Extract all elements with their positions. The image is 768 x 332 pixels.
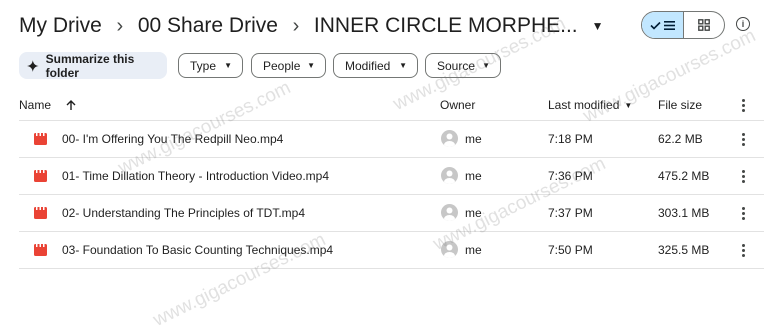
sort-down-icon: ▼ (624, 100, 633, 110)
filter-people[interactable]: People ▼ (251, 53, 326, 78)
filter-modified[interactable]: Modified ▼ (333, 53, 418, 78)
filter-modified-label: Modified (345, 58, 391, 73)
filter-type[interactable]: Type ▼ (178, 53, 243, 78)
file-size: 475.2 MB (658, 169, 710, 183)
modified-time: 7:18 PM (548, 132, 593, 146)
file-size: 303.1 MB (658, 206, 710, 220)
column-file-size-label: File size (658, 98, 703, 112)
more-actions-icon[interactable] (735, 242, 751, 258)
filter-people-label: People (263, 58, 301, 73)
owner-name: me (465, 243, 482, 257)
summarize-folder-button[interactable]: Summarize this folder (19, 51, 167, 80)
video-file-icon (34, 133, 47, 145)
breadcrumb: My Drive › 00 Share Drive › INNER CIRCLE… (19, 8, 604, 44)
owner-name: me (465, 169, 482, 183)
table-row[interactable]: 02- Understanding The Principles of TDT.… (19, 195, 764, 231)
table-row[interactable]: 01- Time Dillation Theory - Introduction… (19, 158, 764, 194)
owner-avatar (441, 167, 458, 184)
video-file-icon (34, 170, 47, 182)
owner-name: me (465, 206, 482, 220)
chevron-right-icon: › (292, 14, 300, 37)
column-last-modified[interactable]: Last modified ▼ (548, 90, 632, 120)
summarize-label: Summarize this folder (45, 51, 135, 80)
filter-source-label: Source (437, 58, 476, 73)
caret-down-icon: ▼ (307, 61, 315, 70)
check-icon (650, 21, 661, 30)
table-row[interactable]: 00- I'm Offering You The Redpill Neo.mp4… (19, 121, 764, 157)
table-header: Name Owner Last modified ▼ File size (19, 90, 768, 120)
file-name: 03- Foundation To Basic Counting Techniq… (62, 243, 334, 257)
column-last-modified-label: Last modified (548, 98, 620, 112)
owner-name: me (465, 132, 482, 146)
owner-avatar (441, 130, 458, 147)
sparkle-icon (27, 59, 39, 72)
view-toggle (641, 11, 725, 39)
owner-avatar (441, 204, 458, 221)
list-icon (663, 20, 675, 30)
owner-avatar (441, 241, 458, 258)
more-options-icon[interactable] (735, 97, 751, 113)
grid-icon (697, 19, 710, 31)
column-name-label: Name (19, 98, 52, 112)
file-name: 02- Understanding The Principles of TDT.… (62, 206, 306, 220)
filter-source[interactable]: Source ▼ (425, 53, 501, 78)
chevron-right-icon: › (116, 14, 124, 37)
modified-time: 7:36 PM (548, 169, 593, 183)
file-size: 62.2 MB (658, 132, 703, 146)
table-row[interactable]: 03- Foundation To Basic Counting Techniq… (19, 232, 764, 268)
video-file-icon (34, 207, 47, 219)
file-name: 00- I'm Offering You The Redpill Neo.mp4 (62, 132, 284, 146)
more-actions-icon[interactable] (735, 168, 751, 184)
video-file-icon (34, 244, 47, 256)
column-file-size[interactable]: File size (658, 90, 702, 120)
caret-down-icon: ▼ (399, 61, 407, 70)
more-actions-icon[interactable] (735, 131, 751, 147)
filter-type-label: Type (190, 58, 217, 73)
row-divider (19, 268, 764, 269)
modified-time: 7:37 PM (548, 206, 593, 220)
info-icon[interactable]: i (736, 17, 750, 31)
more-actions-icon[interactable] (735, 205, 751, 221)
list-view-button[interactable] (642, 12, 684, 38)
column-owner[interactable]: Owner (440, 90, 475, 120)
column-owner-label: Owner (440, 98, 476, 112)
file-name: 01- Time Dillation Theory - Introduction… (62, 169, 330, 183)
breadcrumb-current-folder[interactable]: INNER CIRCLE MORPHE... (314, 14, 578, 38)
caret-down-icon: ▼ (224, 61, 232, 70)
breadcrumb-share-drive[interactable]: 00 Share Drive (138, 14, 278, 38)
caret-down-icon: ▼ (482, 61, 490, 70)
caret-down-icon[interactable]: ▼ (592, 19, 604, 33)
file-size: 325.5 MB (658, 243, 710, 257)
grid-view-button[interactable] (684, 12, 725, 38)
sort-ascending-icon[interactable] (66, 90, 76, 120)
column-name[interactable]: Name (19, 90, 51, 120)
breadcrumb-my-drive[interactable]: My Drive (19, 14, 102, 38)
modified-time: 7:50 PM (548, 243, 593, 257)
